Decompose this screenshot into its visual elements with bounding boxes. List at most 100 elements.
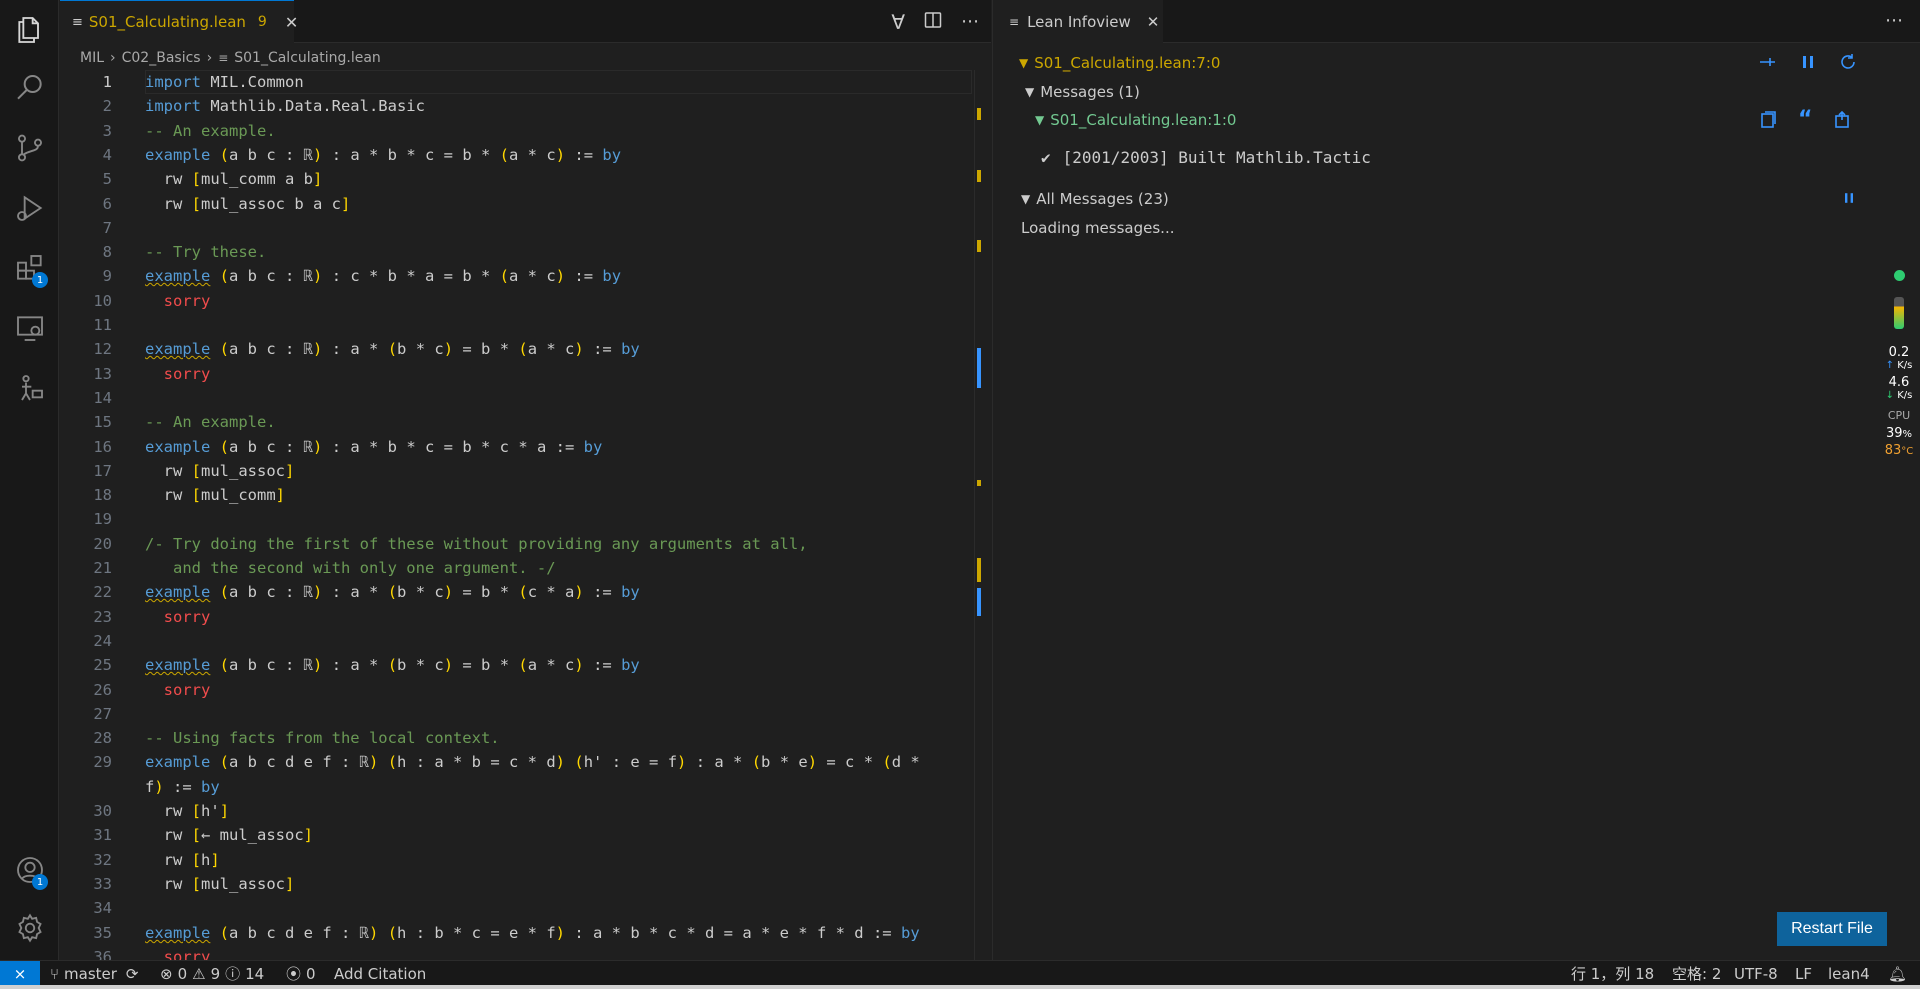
pause-icon[interactable] <box>1798 52 1818 76</box>
line-number: 36 <box>93 948 112 960</box>
go-to-location-icon[interactable] <box>1832 110 1852 134</box>
pin-icon[interactable] <box>1758 52 1778 76</box>
line-number: 28 <box>93 729 112 747</box>
code-text[interactable]: rw [h] <box>145 848 220 872</box>
add-citation-button[interactable]: Add Citation <box>334 961 426 986</box>
accounts-badge: 1 <box>32 874 48 890</box>
indentation[interactable]: 空格: 2 <box>1672 961 1721 986</box>
error-count: 0 <box>177 964 188 983</box>
code-text[interactable]: example (a b c d e f : ℝ) (h : b * c = e… <box>145 921 920 945</box>
run-debug-icon[interactable] <box>0 180 59 236</box>
close-tab-icon[interactable]: ✕ <box>1147 13 1160 31</box>
message-location[interactable]: S01_Calculating.lean:1:0 <box>1050 111 1236 129</box>
code-text[interactable]: -- Using facts from the local context. <box>145 726 500 750</box>
code-text[interactable]: example (a b c : ℝ) : a * (b * c) = b * … <box>145 580 640 604</box>
line-ending[interactable]: LF <box>1795 961 1812 986</box>
problems-indicator[interactable]: ⊗ 0 ⚠ 9 ⓘ 14 <box>160 961 264 986</box>
line-number: 16 <box>93 438 112 456</box>
code-text[interactable]: rw [mul_assoc b a c] <box>145 192 351 216</box>
code-text[interactable]: example (a b c : ℝ) : a * b * c = b * c … <box>145 435 602 459</box>
collapse-triangle-icon[interactable]: ▼ <box>1021 192 1030 206</box>
remote-indicator-icon[interactable]: ⨯ <box>0 961 40 986</box>
lean-icon[interactable] <box>0 360 59 416</box>
more-actions-icon[interactable]: ⋯ <box>1885 10 1903 31</box>
messages-section-header[interactable]: ▼ Messages (1) <box>1025 83 1140 101</box>
code-text[interactable]: sorry <box>145 945 211 960</box>
code-text[interactable]: rw [mul_assoc] <box>145 459 295 483</box>
code-text[interactable]: -- An example. <box>145 119 276 143</box>
file-lines-icon: ≡ <box>72 14 83 30</box>
breadcrumb-item[interactable]: C02_Basics <box>122 50 201 66</box>
code-text[interactable]: /- Try doing the first of these without … <box>145 532 808 556</box>
code-text[interactable]: -- An example. <box>145 410 276 434</box>
line-number: 17 <box>93 462 112 480</box>
close-tab-icon[interactable]: ✕ <box>285 13 298 32</box>
encoding[interactable]: UTF-8 <box>1734 961 1778 986</box>
sync-icon[interactable]: ⟳ <box>126 965 139 983</box>
chevron-right-icon: › <box>206 50 213 66</box>
line-number: 25 <box>93 656 112 674</box>
settings-gear-icon[interactable] <box>0 900 59 956</box>
code-text[interactable]: f) := by <box>145 775 220 799</box>
source-control-icon[interactable] <box>0 120 59 176</box>
code-text[interactable]: sorry <box>145 605 211 629</box>
search-icon[interactable] <box>0 60 59 116</box>
line-number: 27 <box>93 705 112 723</box>
explorer-icon[interactable] <box>0 2 59 58</box>
breadcrumb-item[interactable]: MIL <box>80 50 104 66</box>
refresh-icon[interactable] <box>1838 52 1858 76</box>
chevron-right-icon: › <box>110 50 116 66</box>
code-text[interactable]: and the second with only one argument. -… <box>145 556 556 580</box>
all-messages-section-header[interactable]: ▼ All Messages (23) <box>1021 190 1169 208</box>
goal-location-row[interactable]: ▼ S01_Calculating.lean:7:0 <box>1019 54 1220 72</box>
code-text[interactable]: -- Try these. <box>145 240 266 264</box>
code-text[interactable]: import MIL.Common <box>145 70 304 94</box>
cursor-position[interactable]: 行 1，列 18 <box>1571 961 1654 986</box>
notifications-bell-icon[interactable]: 🔔︎ <box>1888 961 1907 986</box>
checkmark-icon: ✔ <box>1041 148 1051 167</box>
pause-icon[interactable] <box>1841 190 1857 210</box>
line-number: 1 <box>102 73 112 91</box>
editor-tab[interactable]: ≡ S01_Calculating.lean 9 ✕ <box>60 0 298 43</box>
code-text[interactable]: rw [mul_comm] <box>145 483 285 507</box>
collapse-triangle-icon[interactable]: ▼ <box>1035 113 1044 127</box>
collapse-triangle-icon[interactable]: ▼ <box>1019 56 1028 70</box>
extensions-icon[interactable]: 1 <box>0 240 59 296</box>
copy-to-comment-icon[interactable] <box>1758 110 1778 134</box>
code-text[interactable]: import Mathlib.Data.Real.Basic <box>145 94 425 118</box>
warning-marker <box>977 480 981 486</box>
split-editor-icon[interactable] <box>923 10 943 34</box>
line-number: 26 <box>93 681 112 699</box>
overview-ruler <box>974 70 991 960</box>
code-text[interactable]: example (a b c : ℝ) : a * (b * c) = b * … <box>145 653 640 677</box>
code-text[interactable]: sorry <box>145 678 211 702</box>
code-text[interactable]: rw [mul_assoc] <box>145 872 295 896</box>
infoview-tab[interactable]: ≡ Lean Infoview ✕ <box>993 0 1163 43</box>
message-location-row[interactable]: ▼ S01_Calculating.lean:1:0 <box>1035 111 1236 129</box>
more-actions-icon[interactable]: ⋯ <box>961 11 979 32</box>
restart-file-button[interactable]: Restart File <box>1777 912 1887 946</box>
branch-indicator[interactable]: ⑂ master ⟳ <box>50 961 139 986</box>
code-text[interactable]: rw [mul_comm a b] <box>145 167 323 191</box>
code-text[interactable]: sorry <box>145 362 211 386</box>
code-text[interactable]: rw [h'] <box>145 799 229 823</box>
ports-indicator[interactable]: ⦿ 0 <box>286 961 316 986</box>
code-text[interactable]: rw [← mul_assoc] <box>145 823 313 847</box>
goal-location[interactable]: S01_Calculating.lean:7:0 <box>1034 54 1220 72</box>
quote-icon[interactable]: “ <box>1798 109 1812 134</box>
lean-forall-icon[interactable]: ∀ <box>891 10 905 34</box>
breadcrumb-item[interactable]: S01_Calculating.lean <box>234 50 381 66</box>
code-text[interactable]: example (a b c : ℝ) : a * (b * c) = b * … <box>145 337 640 361</box>
line-number: 23 <box>93 608 112 626</box>
language-mode[interactable]: lean4 <box>1828 961 1870 986</box>
warning-icon: ⚠ <box>192 964 206 983</box>
code-text[interactable]: example (a b c : ℝ) : c * b * a = b * (a… <box>145 264 621 288</box>
collapse-triangle-icon[interactable]: ▼ <box>1025 85 1034 99</box>
code-text[interactable]: example (a b c d e f : ℝ) (h : a * b = c… <box>145 750 920 774</box>
remote-explorer-icon[interactable] <box>0 300 59 356</box>
code-text[interactable]: example (a b c : ℝ) : a * b * c = b * (a… <box>145 143 621 167</box>
code-editor[interactable]: 1 import MIL.Common 2 import Mathlib.Data.R… <box>60 70 972 960</box>
code-text[interactable]: sorry <box>145 289 211 313</box>
accounts-icon[interactable]: 1 <box>0 842 59 898</box>
line-number: 20 <box>93 535 112 553</box>
